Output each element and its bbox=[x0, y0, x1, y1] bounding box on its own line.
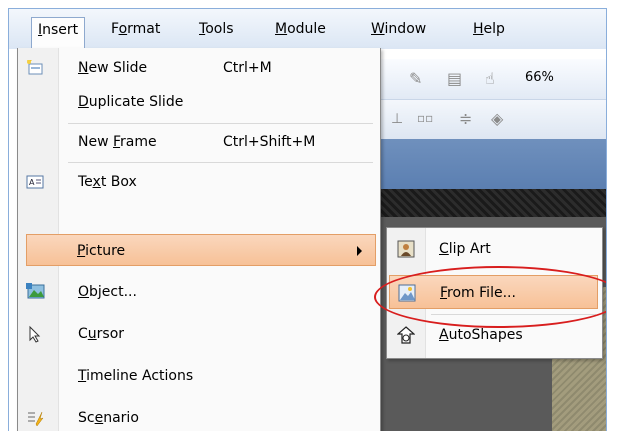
menu-tools-rest: ools bbox=[205, 21, 234, 37]
submenu-item-from-file[interactable]: From File... bbox=[389, 275, 598, 309]
distribute-horizontal-icon[interactable]: ▫▫ bbox=[417, 111, 433, 125]
submenu-item-clip-art[interactable]: Clip Art bbox=[389, 232, 598, 266]
zoom-level[interactable]: 66% bbox=[525, 70, 554, 85]
pointer-icon[interactable]: ☝ bbox=[485, 69, 495, 88]
picture-submenu: Clip Art From File... AutoShapes bbox=[386, 227, 603, 359]
object-icon bbox=[26, 283, 45, 301]
menu-item-picture[interactable]: Picture bbox=[26, 234, 376, 266]
menu-help-rest: elp bbox=[483, 21, 505, 37]
menu-module[interactable]: Module bbox=[269, 18, 332, 40]
scenario-icon bbox=[26, 409, 44, 427]
menu-help[interactable]: Help bbox=[467, 18, 511, 40]
scenario-label: Scenario bbox=[78, 410, 139, 426]
menu-window-rest: indow bbox=[384, 21, 427, 37]
picture-label: Picture bbox=[77, 243, 126, 259]
new-frame-label: New Frame bbox=[78, 134, 157, 150]
insert-menu: New Slide Ctrl+M Duplicate Slide New Fra… bbox=[17, 48, 381, 431]
new-slide-icon bbox=[26, 59, 44, 77]
submenu-separator bbox=[431, 314, 596, 315]
align-bottom-icon[interactable]: ⊥ bbox=[391, 111, 403, 127]
picture-file-icon bbox=[398, 284, 416, 302]
menu-separator bbox=[68, 162, 373, 163]
menu-item-object[interactable]: Object... bbox=[20, 276, 376, 308]
menu-item-timeline-actions[interactable]: Timeline Actions bbox=[20, 360, 376, 392]
autoshapes-icon bbox=[396, 326, 416, 344]
menu-item-cursor[interactable]: Cursor bbox=[20, 318, 376, 350]
formatting-toolbar: ⊥ ▫▫ ≑ ◈ bbox=[377, 99, 606, 140]
menu-module-rest: odule bbox=[287, 21, 326, 37]
menu-item-new-frame[interactable]: New Frame Ctrl+Shift+M bbox=[20, 126, 376, 158]
from-file-label: From File... bbox=[440, 285, 516, 301]
cursor-label: Cursor bbox=[78, 326, 125, 342]
svg-text:A: A bbox=[29, 178, 35, 187]
text-box-label: Text Box bbox=[78, 174, 137, 190]
menu-format-rest: rmat bbox=[127, 21, 161, 37]
menu-item-text-box[interactable]: A Text Box bbox=[20, 166, 376, 198]
menu-insert-rest: nsert bbox=[42, 22, 79, 38]
menu-format-mnemonic: o bbox=[118, 21, 128, 37]
menu-format[interactable]: Format bbox=[105, 18, 166, 40]
text-box-icon: A bbox=[26, 173, 44, 191]
submenu-arrow-icon bbox=[357, 246, 362, 256]
timeline-actions-label: Timeline Actions bbox=[78, 368, 194, 384]
clip-art-label: Clip Art bbox=[439, 241, 491, 257]
slide-header bbox=[377, 139, 606, 189]
menu-insert[interactable]: Insert bbox=[31, 17, 86, 50]
duplicate-slide-label: Duplicate Slide bbox=[78, 94, 184, 110]
autoshapes-label: AutoShapes bbox=[439, 327, 523, 343]
menu-separator bbox=[68, 123, 373, 124]
new-slide-shortcut: Ctrl+M bbox=[223, 60, 272, 76]
menu-module-mnemonic: M bbox=[275, 21, 288, 37]
menu-tools[interactable]: Tools bbox=[193, 18, 240, 40]
standard-toolbar: ✎ ▤ ☝ 66% bbox=[377, 59, 606, 99]
menu-window-mnemonic: W bbox=[371, 21, 385, 37]
submenu-item-autoshapes[interactable]: AutoShapes bbox=[389, 318, 598, 352]
slide-strip bbox=[377, 189, 606, 217]
chart-icon[interactable]: ▤ bbox=[447, 69, 462, 88]
animate-icon[interactable]: ✎ bbox=[409, 69, 422, 88]
fill-color-icon[interactable]: ◈ bbox=[491, 109, 503, 128]
menu-item-scenario[interactable]: Scenario bbox=[20, 402, 376, 431]
app-window: Insert Format Tools Module Window Help ✎… bbox=[8, 8, 607, 431]
distribute-vertical-icon[interactable]: ≑ bbox=[459, 109, 472, 128]
menu-window[interactable]: Window bbox=[365, 18, 432, 40]
clip-art-icon bbox=[397, 240, 415, 258]
cursor-arrow-icon bbox=[26, 325, 44, 343]
new-slide-label: New Slide bbox=[78, 60, 148, 76]
object-label: Object... bbox=[78, 284, 137, 300]
menu-format-pre: F bbox=[111, 21, 119, 37]
menu-bar: Insert Format Tools Module Window Help bbox=[9, 9, 606, 50]
menu-item-duplicate-slide[interactable]: Duplicate Slide bbox=[20, 86, 376, 118]
menu-item-new-slide[interactable]: New Slide Ctrl+M bbox=[20, 52, 376, 84]
new-frame-shortcut: Ctrl+Shift+M bbox=[223, 134, 316, 150]
menu-help-mnemonic: H bbox=[473, 21, 484, 37]
